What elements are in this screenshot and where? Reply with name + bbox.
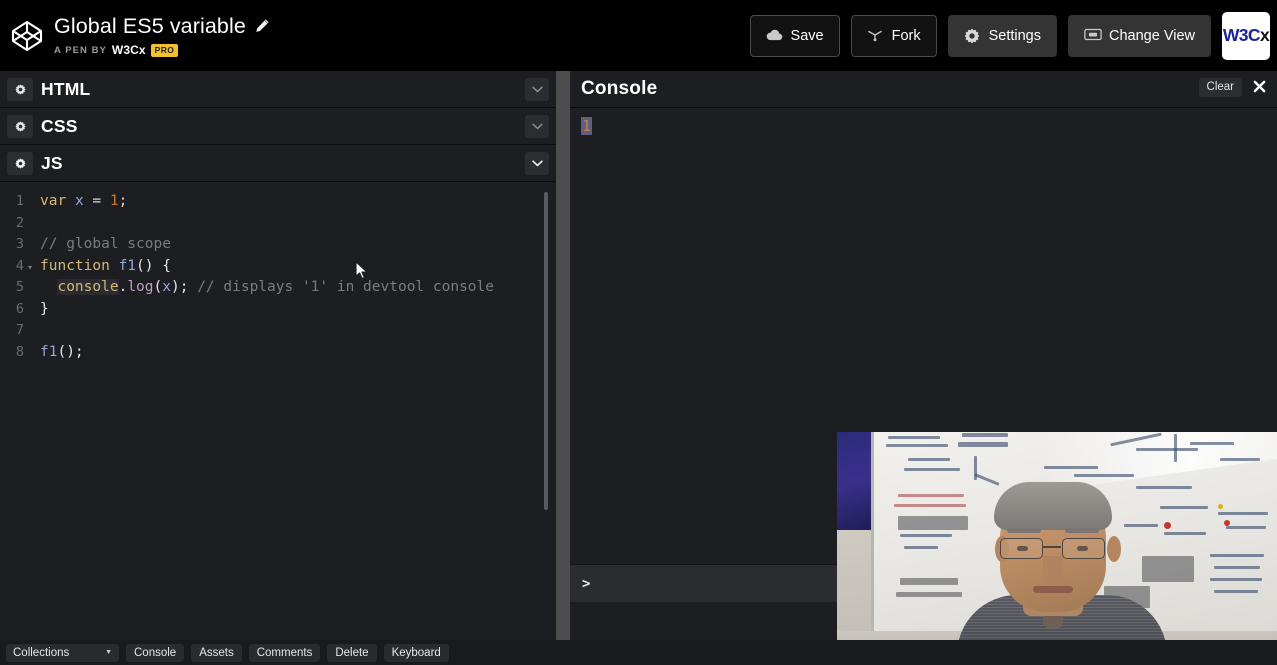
change-view-button[interactable]: Change View xyxy=(1068,14,1211,57)
chevron-down-icon[interactable] xyxy=(525,115,549,138)
bottom-button-comments[interactable]: Comments xyxy=(248,643,321,662)
gear-icon[interactable] xyxy=(7,151,33,175)
code-line-text: console.log(x); // displays '1' in devto… xyxy=(57,279,494,295)
console-header: Console Clear xyxy=(570,71,1277,108)
codepen-logo-icon[interactable] xyxy=(10,19,44,53)
settings-button[interactable]: Settings xyxy=(947,14,1057,57)
code-line[interactable]: 1 var x = 1; xyxy=(0,191,556,213)
code-fold-spacer xyxy=(24,342,36,364)
code-line[interactable]: 3 // global scope xyxy=(0,234,556,256)
line-number: 1 xyxy=(15,193,24,209)
line-number: 6 xyxy=(15,300,24,317)
save-button-label: Save xyxy=(790,27,824,44)
codepen-editor-app: Global ES5 variable A PEN BY W3Cx PRO Sa… xyxy=(0,0,1277,665)
bottom-button-keyboard[interactable]: Keyboard xyxy=(383,643,449,662)
change-view-button-label: Change View xyxy=(1109,27,1195,44)
pane-header-css[interactable]: CSS xyxy=(0,108,556,145)
code-fold-spacer xyxy=(24,213,36,235)
pane-label-js: JS xyxy=(41,152,63,173)
code-line[interactable]: 4 ▾ function f1() { xyxy=(0,256,556,278)
code-line-text: f1(); xyxy=(40,343,84,360)
collections-dropdown[interactable]: Collections ▼ xyxy=(6,643,119,662)
pane-label-css: CSS xyxy=(41,115,78,136)
line-number: 5 xyxy=(15,279,24,295)
fork-icon xyxy=(867,28,884,44)
code-line[interactable]: 8 f1(); xyxy=(0,342,556,364)
bottom-button-delete[interactable]: Delete xyxy=(327,643,377,662)
console-log-entry: 1 xyxy=(581,117,593,135)
top-header-bar: Global ES5 variable A PEN BY W3Cx PRO Sa… xyxy=(0,0,1277,71)
line-number: 3 xyxy=(15,236,24,252)
avatar-text-secondary: x xyxy=(1259,24,1270,45)
page-title: Global ES5 variable xyxy=(54,14,246,38)
bottom-button-assets[interactable]: Assets xyxy=(191,643,242,662)
console-title: Console xyxy=(581,78,658,99)
js-code-editor[interactable]: 1 var x = 1; 2 3 // global scope 4 ▾ function f… xyxy=(0,182,556,640)
bottom-button-console[interactable]: Console xyxy=(126,643,185,662)
webcam-poster xyxy=(837,432,873,530)
pro-badge: PRO xyxy=(150,43,179,57)
code-line-text: var x = 1; xyxy=(40,193,128,209)
line-number: 4 xyxy=(15,257,24,274)
code-fold-spacer xyxy=(24,234,36,256)
close-icon[interactable] xyxy=(1250,77,1269,98)
avatar-text-primary: W3C xyxy=(1222,24,1261,45)
code-line-text: function f1() { xyxy=(40,257,171,274)
code-fold-arrow-icon[interactable]: ▾ xyxy=(24,256,36,278)
avatar[interactable]: W3C x xyxy=(1222,11,1270,60)
code-line[interactable]: 7 xyxy=(0,320,556,342)
editor-column: HTML CSS JS 1 var x = 1; 2 3 // global s… xyxy=(0,71,556,640)
save-button[interactable]: Save xyxy=(749,14,840,57)
pen-brand-block: Global ES5 variable A PEN BY W3Cx PRO xyxy=(0,14,270,57)
pane-label-html: HTML xyxy=(41,78,91,99)
line-number: 8 xyxy=(15,343,24,360)
webcam-video-overlay[interactable] xyxy=(837,432,1277,665)
fork-button[interactable]: Fork xyxy=(850,14,937,57)
cloud-icon xyxy=(766,28,783,44)
code-fold-spacer xyxy=(24,277,36,299)
webcam-person-hair xyxy=(994,482,1112,530)
console-log-value: 1 xyxy=(581,117,593,135)
gear-icon xyxy=(964,28,981,44)
caret-down-icon: ▼ xyxy=(105,649,112,656)
line-number: 2 xyxy=(15,214,24,231)
chevron-down-icon[interactable] xyxy=(525,152,549,175)
settings-button-label: Settings xyxy=(988,27,1041,44)
prompt-chevron-icon: > xyxy=(582,575,591,592)
pen-title-block: Global ES5 variable A PEN BY W3Cx PRO xyxy=(54,14,270,57)
code-line-text: } xyxy=(40,300,49,317)
chevron-down-icon[interactable] xyxy=(525,78,549,101)
console-header-actions: Clear xyxy=(1198,77,1269,98)
pane-header-js[interactable]: JS xyxy=(0,145,556,182)
code-line[interactable]: 2 xyxy=(0,213,556,235)
pane-header-html[interactable]: HTML xyxy=(0,71,556,108)
pencil-icon[interactable] xyxy=(255,18,270,33)
gear-icon[interactable] xyxy=(7,114,33,138)
code-fold-spacer xyxy=(24,320,36,342)
code-line-text: // global scope xyxy=(40,236,171,252)
byline-username[interactable]: W3Cx xyxy=(112,43,146,57)
line-number: 7 xyxy=(15,322,24,338)
collections-dropdown-label: Collections xyxy=(13,646,70,659)
clear-console-button[interactable]: Clear xyxy=(1198,78,1242,97)
layout-icon xyxy=(1084,28,1102,44)
byline: A PEN BY W3Cx PRO xyxy=(54,43,270,57)
editor-scrollbar-thumb[interactable] xyxy=(544,192,548,510)
gear-icon[interactable] xyxy=(7,77,33,101)
code-line-list: 1 var x = 1; 2 3 // global scope 4 ▾ function f… xyxy=(0,191,556,363)
header-actions: Save Fork Settings Change View W3C x xyxy=(749,11,1277,60)
code-fold-spacer xyxy=(24,191,36,213)
bottom-toolbar: Collections ▼ Console Assets Comments De… xyxy=(0,640,1277,665)
byline-prefix: A PEN BY xyxy=(54,44,107,56)
code-line[interactable]: 5 console.log(x); // displays '1' in dev… xyxy=(0,277,556,299)
fork-button-label: Fork xyxy=(891,27,921,44)
code-line[interactable]: 6} xyxy=(0,299,556,321)
code-fold-spacer xyxy=(24,299,36,321)
pane-resize-handle[interactable] xyxy=(556,71,570,640)
editor-filler xyxy=(0,604,556,640)
